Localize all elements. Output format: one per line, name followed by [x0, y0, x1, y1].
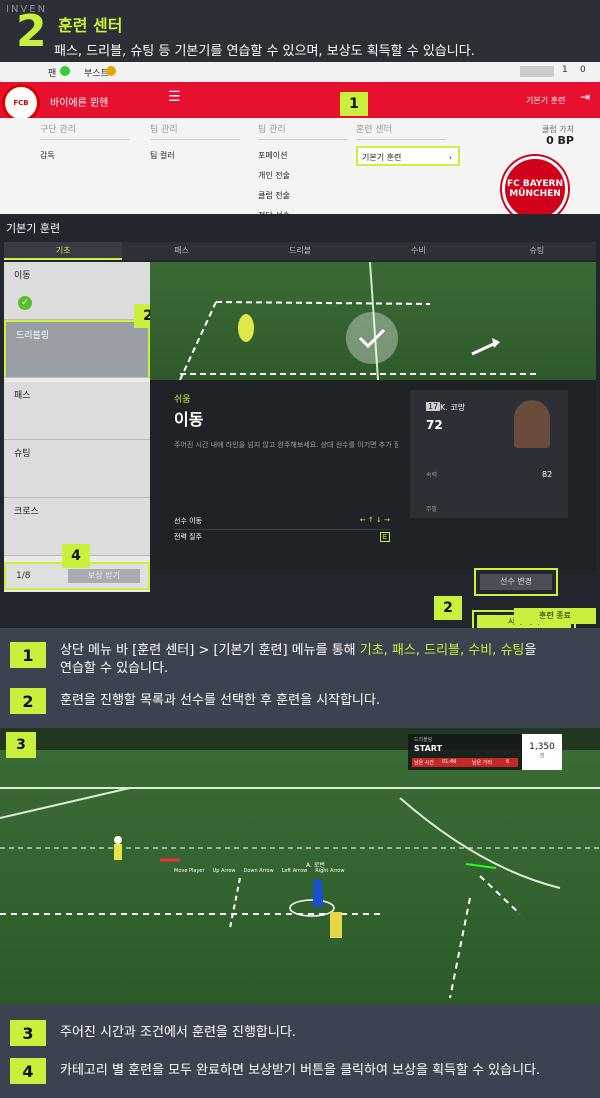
- step-number: 3: [10, 1020, 46, 1046]
- hud-label: 드리블링: [414, 737, 433, 743]
- check-icon: ✓: [18, 296, 32, 310]
- instruction-step: 1 상단 메뉴 바 [훈련 센터] > [기본기 훈련] 메뉴를 통해 기초, …: [10, 642, 536, 678]
- annotation-badge-4: 4: [62, 544, 90, 568]
- stat-label: 속력: [426, 472, 438, 479]
- section-title: 훈련 센터: [58, 16, 123, 35]
- count-badge: 1: [562, 65, 568, 75]
- annotation-badge-2b: 2: [434, 596, 462, 620]
- player-ovr: 72: [426, 418, 443, 432]
- drill-item-pass[interactable]: 패스: [4, 382, 150, 440]
- control-list: 선수 이동 ← ↑ ↓ → 전력 질주 E: [174, 516, 390, 546]
- training-panel: 기본기 훈련 기초 패스 드리블 수비 슈팅 이동 ✓ 드리블링 패스 슈팅 크…: [0, 214, 600, 628]
- player-name: K. 코망: [440, 403, 466, 412]
- hamburger-menu-icon[interactable]: ☰: [168, 89, 181, 105]
- menu-col-tactics: 팀 관리 포메이션 개인 전술 클럽 전술 전담 선수: [258, 122, 348, 226]
- pitch-lines: [179, 262, 540, 380]
- section-subtitle: 패스, 드리블, 슈팅 등 기본기를 연습할 수 있으며, 보상도 획득할 수 …: [54, 44, 475, 59]
- top-status-bar: 팬 부스트 1 0: [0, 62, 600, 82]
- header-banner: INVEN 2 훈련 센터 패스, 드리블, 슈팅 등 기본기를 연습할 수 있…: [0, 0, 600, 62]
- stat2-label: 주발: [426, 506, 438, 513]
- menu-item-manager[interactable]: 감독: [40, 146, 130, 166]
- step-text: 상단 메뉴 바 [훈련 센터] > [기본기 훈련] 메뉴를 통해 기초, 패스…: [60, 643, 537, 676]
- hud-timer-bar: 남은 시간 01:46 남은 거리 6: [412, 758, 518, 767]
- menu-col-team: 팀 관리 팀 컬러: [150, 122, 240, 166]
- coin-icon: [106, 66, 116, 76]
- change-player-button[interactable]: 선수 변경: [480, 574, 552, 590]
- drill-title: 이동: [174, 410, 204, 429]
- boost-label: 부스트: [84, 69, 109, 79]
- instruction-block-1: 1 상단 메뉴 바 [훈련 센터] > [기본기 훈련] 메뉴를 통해 기초, …: [0, 628, 600, 728]
- menu-col-training: 훈련 센터 기본기 훈련 ›: [356, 122, 460, 168]
- club-name: 바이에른 뮌헨: [50, 98, 109, 109]
- menu-item-team-color[interactable]: 팀 컬러: [150, 146, 240, 166]
- step-number: 1: [10, 642, 46, 668]
- club-crest-icon: FCB: [2, 84, 40, 122]
- fan-label: 팬: [48, 69, 57, 79]
- step-text: 카테고리 별 훈련을 모두 완료하면 보상받기 버튼을 클릭하여 보상을 획득할…: [60, 1063, 541, 1078]
- score-box: 1,350 점: [522, 734, 562, 770]
- reward-button[interactable]: 보상 받기: [68, 569, 140, 583]
- stat-value: 82: [542, 470, 553, 479]
- drill-hud: 드리블링 START 남은 시간 01:46 남은 거리 6: [408, 734, 522, 770]
- player-card: 17 K. 코망 72 속력 82 주발: [410, 390, 568, 518]
- score-unit: 점: [539, 753, 545, 759]
- player-number: 17: [426, 402, 441, 411]
- tab-defense[interactable]: 수비: [359, 242, 477, 260]
- drill-preview: [150, 262, 596, 380]
- instruction-step: 2 훈련을 진행할 목록과 선수를 선택한 후 훈련을 시작합니다.: [10, 688, 380, 714]
- tab-pass[interactable]: 패스: [122, 242, 240, 260]
- tab-dribble[interactable]: 드리블: [241, 242, 359, 260]
- section-number: 2: [16, 6, 47, 57]
- control-row: 선수 이동 ← ↑ ↓ →: [174, 516, 390, 530]
- menu-item-player-tactics[interactable]: 개인 전술: [258, 166, 348, 186]
- step-number: 2: [10, 688, 46, 714]
- exit-icon[interactable]: ⇥: [580, 90, 590, 104]
- breadcrumb: 기본기 훈련: [526, 96, 566, 105]
- training-center-screenshot: 팬 부스트 1 0 FCB 바이에른 뮌헨 ☰ 기본기 훈련 ⇥ 구단 관리 감…: [0, 62, 600, 628]
- instruction-step: 3 주어진 시간과 조건에서 훈련을 진행합니다.: [10, 1020, 296, 1046]
- menu-item-formation[interactable]: 포메이션: [258, 146, 348, 166]
- progress-count: 1/8: [16, 571, 31, 581]
- category-tabs: 기초 패스 드리블 수비 슈팅: [4, 242, 596, 260]
- player-tag: A. 로번: [306, 862, 325, 869]
- end-training-button[interactable]: 훈련 종료: [514, 608, 596, 624]
- tab-basic[interactable]: 기초: [4, 242, 123, 260]
- panel-title: 기본기 훈련: [6, 222, 61, 235]
- instruction-block-2: 3 주어진 시간과 조건에서 훈련을 진행합니다. 4 카테고리 별 훈련을 모…: [0, 1004, 600, 1098]
- menu-item-club-tactics[interactable]: 클럽 전술: [258, 186, 348, 206]
- annotation-badge-3: 3: [6, 732, 36, 758]
- drill-item-shooting[interactable]: 슈팅: [4, 440, 150, 498]
- step-number: 4: [10, 1058, 46, 1084]
- menu-item-basic-training[interactable]: 기본기 훈련 ›: [356, 146, 460, 166]
- club-value: 0 BP: [546, 134, 574, 147]
- player-portrait: [514, 400, 550, 448]
- score-value: 1,350: [529, 742, 555, 752]
- fan-icon: [60, 66, 70, 76]
- drill-list: 이동 ✓ 드리블링 패스 슈팅 크로스 1/8 보상 받기 4: [4, 262, 150, 592]
- club-bar: FCB 바이에른 뮌헨 ☰ 기본기 훈련 ⇥: [0, 82, 600, 122]
- drill-item-dribbling[interactable]: 드리블링: [4, 320, 150, 378]
- annotation-badge-1: 1: [340, 92, 368, 116]
- hud-start: START: [414, 744, 443, 753]
- chevron-right-icon: ›: [448, 153, 452, 162]
- difficulty-label: 쉬움: [174, 395, 191, 405]
- instruction-step: 4 카테고리 별 훈련을 모두 완료하면 보상받기 버튼을 클릭하여 보상을 획…: [10, 1058, 540, 1084]
- tab-shooting[interactable]: 슈팅: [478, 242, 596, 260]
- step-text: 훈련을 진행할 목록과 선수를 선택한 후 훈련을 시작합니다.: [60, 693, 381, 708]
- drill-description: 주어진 시간 내에 라인을 넘지 않고 완주해보세요. 상대 선수를 이기면 추…: [174, 441, 398, 449]
- bayern-crest-icon: FC BAYERN MÜNCHEN: [502, 156, 568, 222]
- control-row: 전력 질주 E: [174, 532, 390, 546]
- step-text: 주어진 시간과 조건에서 훈련을 진행합니다.: [60, 1025, 296, 1040]
- currency-bar: [520, 66, 554, 77]
- training-gameplay-screenshot: 3 Move Player Up Arrow Down Arrow Left A…: [0, 728, 600, 1004]
- drill-item-move[interactable]: 이동 ✓: [4, 262, 150, 320]
- menu-col-club: 구단 관리 감독: [40, 122, 130, 166]
- value-badge: 0: [580, 65, 586, 75]
- change-player-box: 선수 변경: [474, 568, 558, 596]
